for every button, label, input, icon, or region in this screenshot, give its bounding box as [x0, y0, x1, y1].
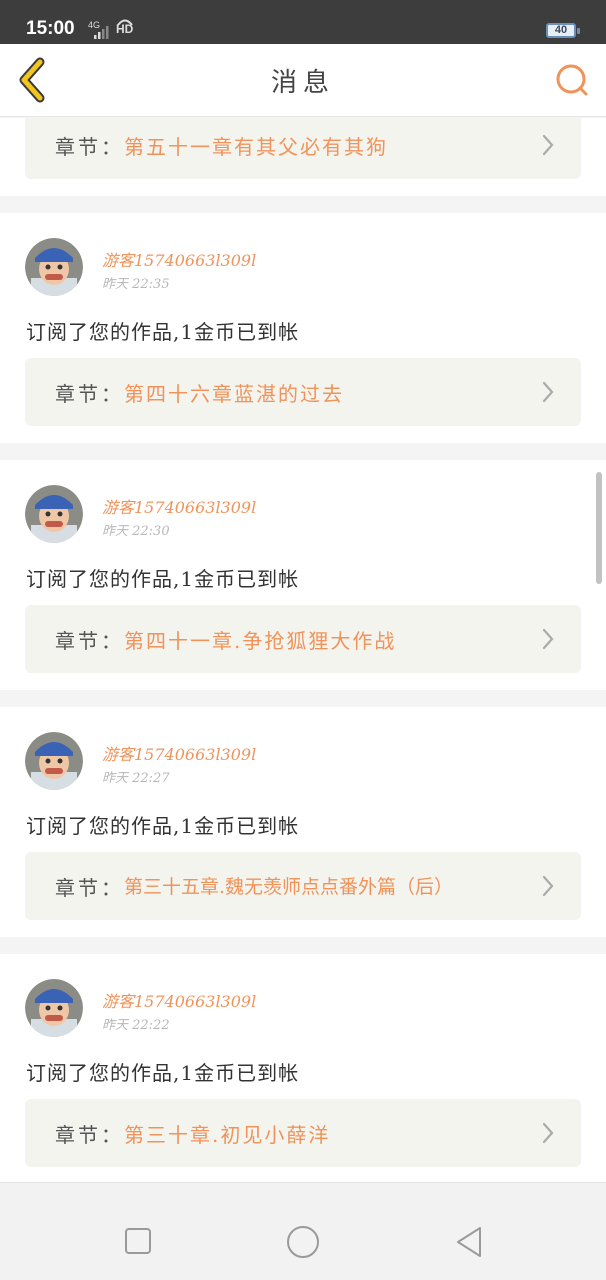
message-time: 昨天 22:35: [102, 277, 170, 292]
chapter-label: 章节：: [55, 382, 124, 406]
avatar[interactable]: [25, 979, 83, 1037]
circle-icon[interactable]: [286, 1225, 320, 1259]
user-avatar-icon: [25, 732, 83, 790]
chapter-link[interactable]: 章节： 第四十一章.争抢狐狸大作战: [25, 605, 581, 673]
message-time: 昨天 22:22: [102, 1018, 170, 1033]
username[interactable]: 游客15740663l309l: [102, 494, 256, 518]
message-card: 游客15740663l309l 昨天 22:35 订阅了您的作品,1金币已到帐 …: [0, 213, 606, 443]
chevron-right-icon: [542, 1122, 554, 1144]
chapter-title: 第三十五章.魏无羡师点点番外篇（后）: [124, 876, 454, 898]
message-list[interactable]: 章节： 第五十一章有其父必有其狗 游客15740663l309l 昨天 22:3…: [0, 118, 606, 1182]
chevron-right-icon: [542, 134, 554, 156]
search-icon: [556, 64, 588, 96]
chapter-label: 章节：: [55, 876, 124, 900]
message-card: 游客15740663l309l 昨天 22:27 订阅了您的作品,1金币已到帐 …: [0, 707, 606, 937]
username[interactable]: 游客15740663l309l: [102, 741, 256, 765]
chevron-right-icon: [542, 381, 554, 403]
avatar[interactable]: [25, 238, 83, 296]
signal-icon: [94, 26, 109, 39]
username[interactable]: 游客15740663l309l: [102, 247, 256, 271]
chapter-label: 章节：: [55, 1123, 124, 1147]
avatar[interactable]: [25, 485, 83, 543]
user-avatar-icon: [25, 979, 83, 1037]
chevron-right-icon: [542, 628, 554, 650]
status-time: 15:00: [26, 18, 75, 39]
battery-icon: 40: [546, 23, 576, 38]
username[interactable]: 游客15740663l309l: [102, 988, 256, 1012]
chapter-label: 章节：: [55, 629, 124, 653]
message-text: 订阅了您的作品,1金币已到帐: [26, 567, 300, 591]
message-time: 昨天 22:30: [102, 524, 170, 539]
nav-bar: 消息: [0, 44, 606, 117]
user-avatar-icon: [25, 238, 83, 296]
hd-indicator: HD: [116, 22, 134, 36]
message-card: 游客15740663l309l 昨天 22:30 订阅了您的作品,1金币已到帐 …: [0, 460, 606, 690]
chapter-link[interactable]: 章节： 第三十五章.魏无羡师点点番外篇（后）: [25, 852, 581, 920]
battery-tip: [577, 28, 580, 34]
system-nav-bar: [0, 1182, 606, 1280]
chapter-link[interactable]: 章节： 第四十六章蓝湛的过去: [25, 358, 581, 426]
chapter-link[interactable]: 章节： 第三十章.初见小薛洋: [25, 1099, 581, 1167]
page-title: 消息: [270, 68, 335, 98]
chapter-title: 第三十章.初见小薛洋: [124, 1123, 331, 1147]
message-text: 订阅了您的作品,1金币已到帐: [26, 1061, 300, 1085]
status-bar: 15:00 4G HD 40: [0, 0, 606, 44]
scrollbar[interactable]: [596, 472, 602, 584]
message-time: 昨天 22:27: [102, 771, 170, 786]
avatar[interactable]: [25, 732, 83, 790]
chapter-title: 第四十一章.争抢狐狸大作战: [124, 629, 397, 653]
user-avatar-icon: [25, 485, 83, 543]
message-card-partial: 章节： 第五十一章有其父必有其狗: [0, 118, 606, 196]
chevron-right-icon: [542, 875, 554, 897]
chapter-label: 章节：: [55, 135, 124, 159]
message-card: 游客15740663l309l 昨天 22:22 订阅了您的作品,1金币已到帐 …: [0, 954, 606, 1182]
message-text: 订阅了您的作品,1金币已到帐: [26, 320, 300, 344]
search-button[interactable]: [550, 58, 594, 102]
chapter-link[interactable]: 章节： 第五十一章有其父必有其狗: [25, 118, 581, 179]
square-icon[interactable]: [124, 1227, 152, 1255]
triangle-back-icon[interactable]: [454, 1225, 484, 1259]
message-text: 订阅了您的作品,1金币已到帐: [26, 814, 300, 838]
chapter-title: 第四十六章蓝湛的过去: [124, 382, 344, 406]
chapter-title: 第五十一章有其父必有其狗: [124, 135, 388, 159]
